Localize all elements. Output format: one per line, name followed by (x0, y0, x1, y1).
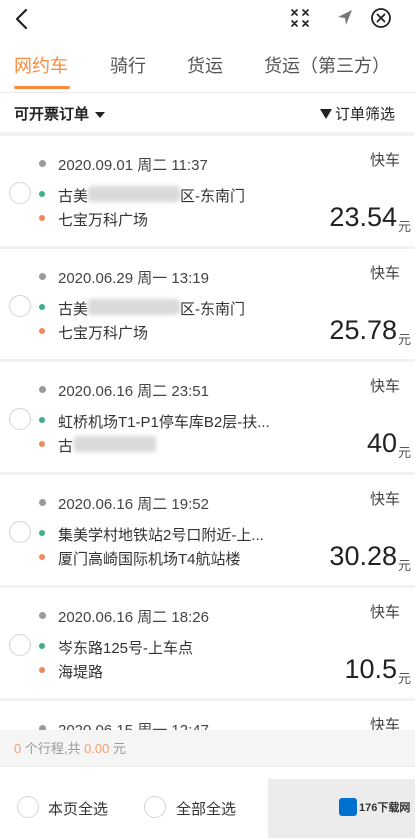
end-dot-icon (39, 554, 45, 560)
caret-down-icon (95, 112, 106, 119)
order-select-radio[interactable] (9, 408, 31, 430)
order-type: 快车 (369, 265, 400, 282)
scan-icon[interactable] (289, 7, 311, 29)
time-dot-icon (39, 499, 46, 506)
start-address: 古美 (58, 301, 89, 318)
order-type: 快车 (369, 491, 400, 508)
select-all-radio[interactable] (144, 796, 166, 818)
order-type: 快车 (369, 152, 400, 169)
order-card[interactable]: 2020.09.01 周二 11:37 快车 古美 区-东南门 七宝万科广场 2… (0, 136, 415, 246)
time-dot-icon (39, 612, 46, 619)
end-dot-icon (39, 215, 45, 221)
order-price: 23.54 (329, 202, 397, 232)
end-dot-icon (39, 667, 45, 673)
order-card[interactable]: 2020.06.29 周一 13:19 快车 古美 区-东南门 七宝万科广场 2… (0, 249, 415, 359)
order-type: 快车 (369, 717, 400, 730)
order-filter-button[interactable]: 订单筛选 (319, 103, 395, 124)
tab-freight-third-party[interactable]: 货运（第三方） (264, 52, 390, 78)
end-address: 厦门高崎国际机场T4航站楼 (58, 551, 241, 568)
order-price: 30.28 (329, 541, 397, 571)
funnel-icon (319, 109, 332, 120)
end-address: 七宝万科广场 (58, 325, 149, 342)
invoiceable-orders-dropdown[interactable]: 可开票订单 (14, 103, 106, 124)
order-price: 25.78 (329, 315, 397, 345)
end-address: 古 (58, 438, 74, 455)
order-time: 2020.09.01 周二 11:37 (58, 157, 208, 174)
order-card[interactable]: 2020.06.16 周二 18:26 快车 岑东路125号-上车点 海堤路 1… (0, 588, 415, 698)
start-address: 岑东路125号-上车点 (58, 640, 194, 657)
order-card[interactable]: 2020.06.15 周一 12:47 快车 (0, 701, 415, 730)
redacted-blur (88, 186, 180, 202)
selection-summary: 0 个行程,共 0.00 元 (0, 730, 415, 766)
amount-unit: 元 (109, 741, 127, 756)
start-dot-icon (39, 643, 45, 649)
order-price: 40 (366, 428, 397, 458)
close-circle-icon[interactable] (370, 7, 392, 29)
order-card[interactable]: 2020.06.16 周二 23:51 快车 虹桥机场T1-P1停车库B2层-扶… (0, 362, 415, 472)
watermark-text: 176下载网 (359, 802, 411, 814)
start-dot-icon (39, 191, 45, 197)
start-address-tail: 区-东南门 (180, 188, 245, 205)
redacted-blur (88, 299, 180, 315)
price-unit: 元 (397, 332, 411, 347)
start-address: 虹桥机场T1-P1停车库B2层-扶... (58, 414, 270, 431)
redacted-blur (74, 436, 156, 452)
order-time: 2020.06.15 周一 12:47 (58, 719, 209, 730)
order-select-radio[interactable] (9, 295, 31, 317)
start-dot-icon (39, 304, 45, 310)
watermark-logo-icon (339, 798, 357, 816)
top-bar (0, 0, 415, 38)
end-dot-icon (39, 441, 45, 447)
start-address: 集美学村地铁站2号口附近-上... (58, 527, 264, 544)
tab-bar: 网约车 骑行 货运 货运（第三方） (0, 38, 415, 92)
active-tab-indicator (14, 86, 70, 89)
order-filter-label: 订单筛选 (334, 106, 395, 123)
select-page-radio[interactable] (17, 796, 39, 818)
order-select-radio[interactable] (9, 521, 31, 543)
tab-freight[interactable]: 货运 (187, 52, 223, 78)
order-type: 快车 (369, 378, 400, 395)
summary-text: 0 个行程,共 0.00 元 (14, 738, 126, 757)
location-arrow-icon[interactable] (334, 7, 356, 29)
start-address: 古美 (58, 188, 89, 205)
chevron-left-icon[interactable] (10, 6, 36, 32)
filter-bar: 可开票订单 订单筛选 (0, 92, 415, 132)
order-time: 2020.06.16 周二 19:52 (58, 496, 209, 513)
time-dot-icon (39, 160, 46, 167)
select-page-label[interactable]: 本页全选 (48, 798, 108, 819)
tab-ride-hailing[interactable]: 网约车 (14, 52, 68, 78)
time-dot-icon (39, 273, 46, 280)
invoiceable-orders-label: 可开票订单 (14, 106, 90, 123)
select-all-label[interactable]: 全部全选 (176, 798, 236, 819)
order-select-radio[interactable] (9, 634, 31, 656)
price-unit: 元 (397, 558, 411, 573)
start-address-tail: 区-东南门 (180, 301, 245, 318)
time-dot-icon (39, 386, 46, 393)
order-select-radio[interactable] (9, 182, 31, 204)
start-dot-icon (39, 417, 45, 423)
price-unit: 元 (397, 671, 411, 686)
order-time: 2020.06.16 周二 18:26 (58, 609, 209, 626)
order-time: 2020.06.29 周一 13:19 (58, 270, 209, 287)
end-address: 海堤路 (58, 664, 104, 681)
order-card[interactable]: 2020.06.16 周二 19:52 快车 集美学村地铁站2号口附近-上...… (0, 475, 415, 585)
total-amount: 0.00 (84, 741, 110, 756)
end-address: 七宝万科广场 (58, 212, 149, 229)
order-list: 2020.09.01 周二 11:37 快车 古美 区-东南门 七宝万科广场 2… (0, 136, 415, 730)
trip-count-suffix: 个行程,共 (21, 741, 85, 756)
start-dot-icon (39, 530, 45, 536)
tab-cycling[interactable]: 骑行 (110, 52, 146, 78)
order-time: 2020.06.16 周二 23:51 (58, 383, 209, 400)
price-unit: 元 (397, 445, 411, 460)
order-type: 快车 (369, 604, 400, 621)
price-unit: 元 (397, 219, 411, 234)
order-price: 10.5 (344, 654, 397, 684)
end-dot-icon (39, 328, 45, 334)
